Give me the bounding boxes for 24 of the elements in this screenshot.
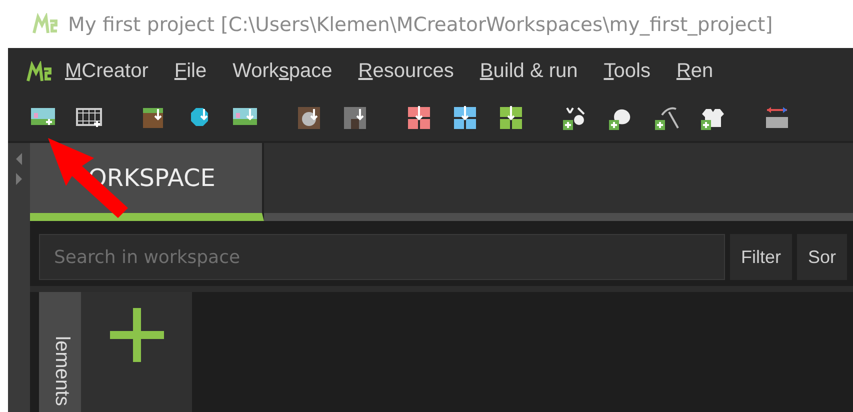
swap-icon[interactable] — [764, 105, 790, 131]
search-field[interactable]: Search in workspace — [39, 234, 725, 280]
menu-item[interactable]: MCreator — [52, 60, 162, 83]
pickaxe-add-icon[interactable] — [654, 105, 680, 131]
menu-item[interactable]: File — [161, 60, 220, 83]
expand-icon[interactable] — [14, 171, 24, 187]
grid-add-icon[interactable] — [498, 105, 524, 131]
logo-icon — [32, 13, 58, 35]
menu-item[interactable]: Resources — [345, 60, 467, 83]
window-title: My first project [C:\Users\Klemen\MCreatorWorkspaces\my_first_project] — [68, 12, 773, 36]
app-logo-icon — [26, 60, 52, 82]
add-icon[interactable] — [110, 308, 164, 362]
toolbar-button[interactable]: Filter — [730, 234, 792, 280]
disc-add-icon[interactable] — [296, 105, 322, 131]
collapse-icon[interactable] — [14, 151, 24, 167]
structure-add-icon[interactable] — [342, 105, 368, 131]
menu-item[interactable]: Build & run — [466, 60, 591, 83]
grid-add-icon[interactable] — [452, 105, 478, 131]
block-add-icon[interactable] — [140, 105, 166, 131]
menu-item[interactable]: Tools — [590, 60, 664, 83]
grid-add-icon[interactable] — [406, 105, 432, 131]
menu-item[interactable]: Workspace — [220, 60, 346, 83]
toolbar-button[interactable]: Sor — [797, 234, 848, 280]
menu-item[interactable]: Ren — [663, 60, 726, 83]
